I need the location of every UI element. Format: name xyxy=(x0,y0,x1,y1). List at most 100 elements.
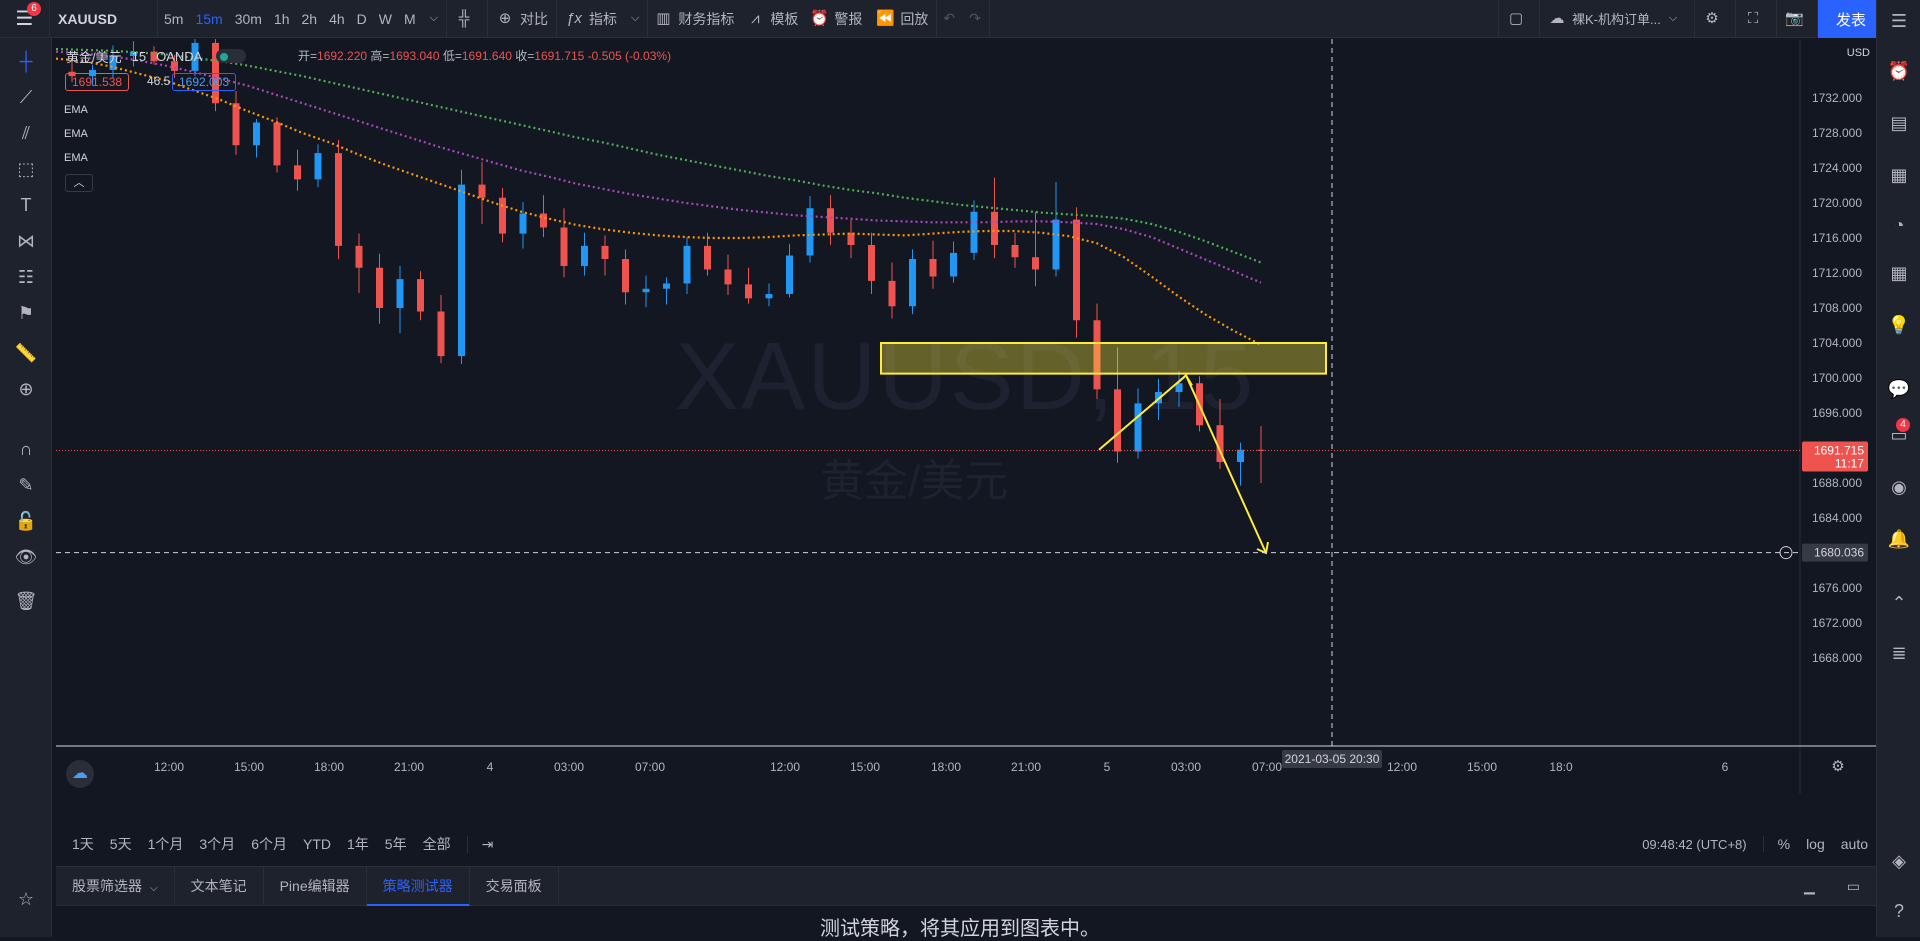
range-1m[interactable]: 1个月 xyxy=(148,834,184,854)
timezone-clock[interactable]: 09:48:42 (UTC+8) xyxy=(1642,837,1746,852)
candle-body xyxy=(663,283,670,289)
alerts-button[interactable]: ⏰ 警报 xyxy=(804,0,868,38)
maximize-panel-button[interactable]: ▭ xyxy=(1831,866,1876,906)
hotlist-icon[interactable]: ◔ xyxy=(1886,212,1912,238)
text-tool-icon[interactable]: T xyxy=(13,192,39,218)
sell-price-button[interactable]: 1691.538 xyxy=(65,73,130,91)
interval-w[interactable]: W xyxy=(373,0,398,38)
price-tick-label: 1724.000 xyxy=(1812,161,1862,175)
range-all[interactable]: 全部 xyxy=(423,834,451,854)
snapshot-button[interactable]: 📷 xyxy=(1777,0,1818,38)
ema-fast-line xyxy=(56,57,1262,346)
log-toggle[interactable]: log xyxy=(1806,836,1825,852)
notifications-bell-icon[interactable]: 🔔 xyxy=(1886,526,1912,552)
symbol-search-button[interactable]: XAUUSD xyxy=(50,0,158,38)
layers-icon[interactable]: ◈ xyxy=(1886,848,1912,874)
data-window-icon[interactable]: ▤ xyxy=(1886,110,1912,136)
range-5y[interactable]: 5年 xyxy=(385,834,407,854)
lock-icon[interactable]: 🔓 xyxy=(13,508,39,534)
range-ytd[interactable]: YTD xyxy=(303,836,331,852)
ema-indicator-label[interactable]: EMA xyxy=(64,128,88,140)
magnet-icon[interactable]: ∩ xyxy=(13,436,39,462)
order-panel-icon[interactable]: ⌃ xyxy=(1886,590,1912,616)
crosshair-icon[interactable]: ┼ xyxy=(13,48,39,74)
news-icon[interactable]: ▦ xyxy=(1886,162,1912,188)
tradingview-logo-icon[interactable]: ☁ xyxy=(66,760,94,788)
tab-pine-editor[interactable]: Pine编辑器 xyxy=(264,866,367,906)
range-6m[interactable]: 6个月 xyxy=(251,834,287,854)
ruler-icon[interactable]: 📏 xyxy=(13,340,39,366)
layout-select-button[interactable]: ▢ xyxy=(1498,0,1540,38)
interval-1h[interactable]: 1h xyxy=(268,0,296,38)
stay-in-drawing-mode-icon[interactable]: ✎ xyxy=(13,472,39,498)
market-status-toggle[interactable] xyxy=(216,49,247,63)
candle-body xyxy=(294,165,301,180)
interval-dropdown-button[interactable]: ⌵ xyxy=(422,0,448,38)
time-tick-label: 6 xyxy=(1722,760,1729,774)
fullscreen-button[interactable]: ⛶ xyxy=(1736,0,1777,38)
layout-name-button[interactable]: ☁ 裸K-机构订单... ⌵ xyxy=(1540,0,1695,38)
chat-icon[interactable]: 💬 xyxy=(1886,376,1912,402)
price-tick-label: 1672.000 xyxy=(1812,616,1862,630)
auto-toggle[interactable]: auto xyxy=(1841,836,1868,852)
range-5d[interactable]: 5天 xyxy=(110,834,132,854)
fib-tool-icon[interactable]: ⫽ xyxy=(13,120,39,146)
ema-slow-line xyxy=(56,47,1262,264)
trend-line-icon[interactable]: ⟋ xyxy=(13,84,39,110)
chart-type-button[interactable]: ╬ xyxy=(447,0,489,38)
messages-icon[interactable]: ▭ 4 xyxy=(1886,418,1912,448)
ema-indicator-label[interactable]: EMA xyxy=(64,152,88,164)
collapse-legend-button[interactable]: ︿ xyxy=(65,174,93,192)
prediction-tool-icon[interactable]: ☷ xyxy=(13,264,39,290)
replay-button[interactable]: ⏪ 回放 xyxy=(868,0,938,38)
zoom-in-icon[interactable]: ⊕ xyxy=(13,376,39,402)
icon-tool-icon[interactable]: ⚑ xyxy=(13,300,39,326)
chart-pane[interactable]: XAUUSD, 15 黄金/美元 1732.000 1728.000 1724.00… xyxy=(56,39,1876,794)
streams-icon[interactable]: ◉ xyxy=(1886,474,1912,500)
range-1y[interactable]: 1年 xyxy=(347,834,369,854)
candles-icon: ╬ xyxy=(458,9,470,27)
alerts-panel-icon[interactable]: ⏰ xyxy=(1886,58,1912,84)
eye-icon[interactable]: 👁 xyxy=(13,544,39,570)
undo-button[interactable]: ↶ xyxy=(937,0,961,38)
templates-button[interactable]: ⩘ 模板 xyxy=(740,0,804,38)
indicators-button[interactable]: ƒx 指标 ⌵ xyxy=(557,0,649,38)
star-icon[interactable]: ☆ xyxy=(13,886,39,912)
interval-5m[interactable]: 5m xyxy=(158,0,189,38)
settings-button[interactable]: ⚙ xyxy=(1695,0,1736,38)
financials-button[interactable]: ▥ 财务指标 xyxy=(648,0,740,38)
interval-d[interactable]: D xyxy=(351,0,373,38)
camera-icon: 📷 xyxy=(1785,9,1804,27)
ema-indicator-label[interactable]: EMA xyxy=(64,104,88,116)
watchlist-icon[interactable]: ☰ xyxy=(1886,8,1912,34)
compare-button[interactable]: ⊕ 对比 xyxy=(488,0,558,38)
goto-date-icon[interactable]: ⇥ xyxy=(466,835,493,853)
interval-4h[interactable]: 4h xyxy=(323,0,351,38)
dom-icon[interactable]: ≣ xyxy=(1886,640,1912,666)
publish-button[interactable]: 发表 xyxy=(1818,0,1884,38)
buy-price-button[interactable]: 1692.003 xyxy=(172,73,237,91)
pattern-tool-icon[interactable]: ⋈ xyxy=(13,228,39,254)
range-3m[interactable]: 3个月 xyxy=(199,834,235,854)
interval-30m[interactable]: 30m xyxy=(229,0,268,38)
redo-button[interactable]: ↷ xyxy=(961,0,990,38)
tab-strategy-tester[interactable]: 策略测试器 xyxy=(366,866,470,906)
candle-body xyxy=(1237,449,1244,462)
calendar-icon[interactable]: ▦ xyxy=(1886,260,1912,286)
range-1d[interactable]: 1天 xyxy=(72,834,94,854)
interval-15m[interactable]: 15m xyxy=(189,0,228,38)
tab-stock-screener[interactable]: 股票筛选器 ⌵ xyxy=(56,866,175,906)
open-value: 1692.220 xyxy=(317,49,368,63)
tab-text-notes[interactable]: 文本笔记 xyxy=(175,866,264,906)
interval-2h[interactable]: 2h xyxy=(296,0,324,38)
main-menu-button[interactable]: ☰ 6 xyxy=(0,0,50,38)
minimize-panel-button[interactable]: ▁ xyxy=(1788,866,1831,906)
tab-trading-panel[interactable]: 交易面板 xyxy=(470,866,559,906)
candlestick-chart[interactable]: 1732.000 1728.000 1724.000 1720.000 1716.000… xyxy=(56,39,1876,794)
drawing-toolbar: ┼ ⟋ ⫽ ⬚ T ⋈ ☷ ⚑ 📏 ⊕ ∩ ✎ 🔓 👁 🗑 ☆ xyxy=(0,38,52,937)
percent-toggle[interactable]: % xyxy=(1762,836,1790,852)
ideas-lightbulb-icon[interactable]: 💡 xyxy=(1886,312,1912,338)
trash-icon[interactable]: 🗑 xyxy=(13,588,39,614)
shape-tool-icon[interactable]: ⬚ xyxy=(13,156,39,182)
interval-m[interactable]: M xyxy=(398,0,422,38)
